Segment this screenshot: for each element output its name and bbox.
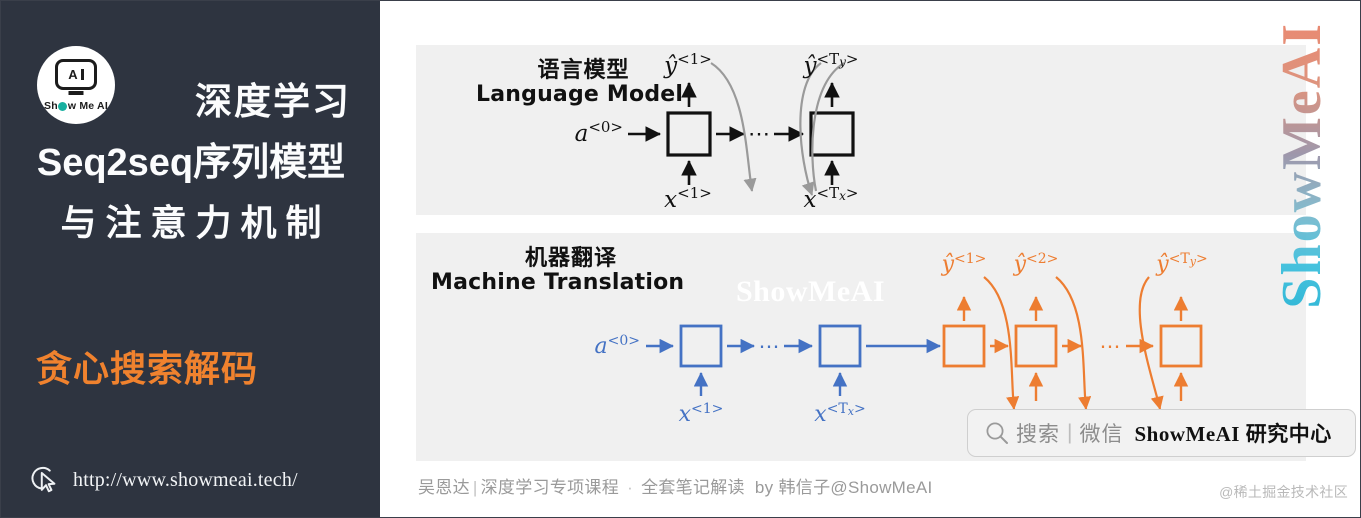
cursor-pointer-icon bbox=[31, 466, 56, 493]
panel-language-model: 语言模型 Language Model ⋯ a<0> ŷ<1> ŷ<Ty> x<… bbox=[416, 45, 1306, 215]
magnifier-icon bbox=[986, 422, 1008, 444]
svg-text:ŷ<1>: ŷ<1> bbox=[663, 50, 712, 79]
title-line-2: Seq2seq序列模型 bbox=[36, 142, 346, 184]
search-channel: 微信 bbox=[1079, 423, 1124, 446]
svg-text:a<0>: a<0> bbox=[575, 118, 623, 147]
caption-dot: · bbox=[627, 478, 634, 497]
caption-notes: 全套笔记解读 bbox=[641, 478, 745, 497]
title-block: 深度学习 Seq2seq序列模型 与注意力机制 bbox=[31, 83, 351, 242]
logo-letter-a: A bbox=[68, 66, 78, 82]
caption-sep-1: | bbox=[472, 478, 478, 497]
title-line-3: 与注意力机制 bbox=[60, 201, 331, 243]
website-url-text: http://www.showmeai.tech/ bbox=[73, 468, 298, 491]
search-account: ShowMeAI 研究中心 bbox=[1134, 422, 1332, 446]
community-credit: @稀土掘金技术社区 bbox=[1219, 484, 1348, 500]
svg-text:ŷ<Ty>: ŷ<Ty> bbox=[1155, 251, 1207, 277]
svg-text:a<0>: a<0> bbox=[595, 333, 641, 359]
caption-by: by 韩信子@ShowMeAI bbox=[754, 478, 933, 497]
sidebar: A Sh w Me AI 深度学习 Seq2seq序列模型 与注意力机制 贪心搜索… bbox=[1, 1, 380, 517]
slide-page: A Sh w Me AI 深度学习 Seq2seq序列模型 与注意力机制 贪心搜索… bbox=[0, 0, 1361, 518]
website-url-row[interactable]: http://www.showmeai.tech/ bbox=[31, 465, 298, 495]
caption-course: 深度学习专项课程 bbox=[480, 478, 620, 497]
svg-text:ŷ<2>: ŷ<2> bbox=[1013, 251, 1059, 277]
svg-text:x<Tx>: x<Tx> bbox=[804, 184, 859, 213]
svg-text:⋯: ⋯ bbox=[748, 121, 770, 146]
svg-text:x<1>: x<1> bbox=[679, 401, 724, 427]
svg-text:⋯: ⋯ bbox=[759, 335, 780, 358]
footer-caption: 吴恩达 | 深度学习专项课程 · 全套笔记解读 by 韩信子@ShowMeAI bbox=[418, 473, 933, 498]
main-content: 语言模型 Language Model ⋯ a<0> ŷ<1> ŷ<Ty> x<… bbox=[380, 1, 1360, 517]
caption-author: 吴恩达 bbox=[418, 478, 470, 497]
language-model-diagram: ⋯ a<0> ŷ<1> ŷ<Ty> x<1> x<Tx> bbox=[575, 50, 859, 213]
svg-text:⋯: ⋯ bbox=[1100, 335, 1121, 358]
panel-machine-translation: 机器翻译 Machine Translation ShowMeAI ⋯ a<0>… bbox=[416, 233, 1356, 461]
svg-text:x<1>: x<1> bbox=[664, 184, 712, 213]
title-line-1: 深度学习 bbox=[195, 81, 351, 122]
logo-letter-i bbox=[80, 68, 84, 80]
search-divider: | bbox=[1067, 421, 1073, 444]
wechat-search-pill[interactable]: 搜索 | 微信 ShowMeAI 研究中心 bbox=[967, 409, 1356, 457]
subtitle-topic: 贪心搜索解码 bbox=[36, 348, 259, 389]
svg-text:x<Tx>: x<Tx> bbox=[814, 401, 865, 427]
search-label: 搜索 bbox=[1016, 423, 1060, 446]
svg-text:ŷ<1>: ŷ<1> bbox=[941, 251, 987, 277]
